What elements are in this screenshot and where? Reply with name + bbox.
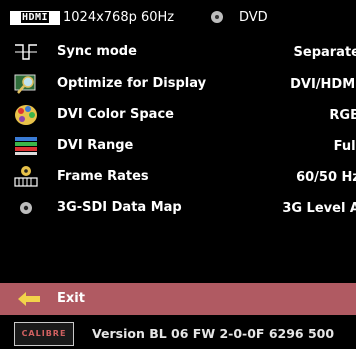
menu-item-dvi-range[interactable]: DVI Range Full [0, 131, 356, 161]
menu-item-label: 3G-SDI Data Map [57, 200, 182, 215]
menu-item-label: DVI Range [57, 138, 134, 153]
menu-item-label: DVI Color Space [57, 107, 174, 122]
exit-button[interactable]: Exit [0, 283, 356, 315]
menu-item-value: 3G Level A [282, 201, 356, 216]
status-bar: HDMI 1024x768p 60Hz DVD [0, 0, 356, 35]
hdmi-logo-icon: HDMI [10, 11, 60, 25]
exit-label: Exit [57, 291, 85, 306]
menu-list: Sync mode Separate Optimize for Display … [0, 35, 356, 283]
osd-menu: HDMI 1024x768p 60Hz DVD Sync mode Separa… [0, 0, 356, 349]
menu-item-value: 60/50 Hz [296, 170, 356, 185]
menu-item-label: Optimize for Display [57, 76, 207, 91]
arrow-left-icon [18, 292, 40, 306]
menu-item-optimize-for-display[interactable]: Optimize for Display DVI/HDMI [0, 69, 356, 99]
color-palette-icon [15, 105, 37, 125]
sdi-disc-icon [20, 202, 32, 214]
menu-item-3g-sdi-data-map[interactable]: 3G-SDI Data Map 3G Level A [0, 193, 356, 223]
menu-item-frame-rates[interactable]: Frame Rates 60/50 Hz [0, 162, 356, 192]
calibre-logo: CALIBRE [14, 322, 74, 346]
menu-item-value: RGB [329, 108, 356, 123]
menu-item-label: Frame Rates [57, 169, 149, 184]
menu-item-dvi-color-space[interactable]: DVI Color Space RGB [0, 100, 356, 130]
version-text: Version BL 06 FW 2-0-0F 6296 500 [92, 326, 335, 341]
menu-item-value: Full [333, 139, 356, 154]
sync-waveform-icon [15, 44, 37, 60]
resolution-label: 1024x768p 60Hz [63, 10, 175, 25]
film-reel-icon [14, 166, 38, 187]
menu-item-sync-mode[interactable]: Sync mode Separate [0, 37, 356, 67]
menu-item-label: Sync mode [57, 44, 137, 59]
disc-icon [211, 11, 223, 23]
menu-item-value: Separate [293, 45, 356, 60]
source-label: DVD [239, 10, 268, 25]
range-bars-icon [15, 137, 37, 155]
menu-item-value: DVI/HDMI [290, 77, 356, 92]
footer: CALIBRE Version BL 06 FW 2-0-0F 6296 500 [0, 315, 356, 349]
magnifier-display-icon [14, 74, 36, 94]
